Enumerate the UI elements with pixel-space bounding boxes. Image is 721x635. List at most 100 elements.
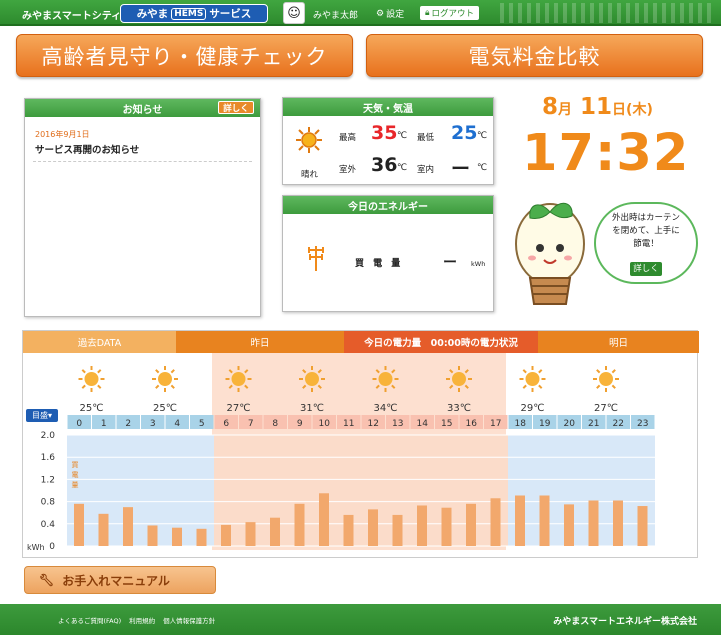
- hour-label: 12: [368, 419, 379, 429]
- bar: [637, 506, 648, 546]
- bar: [466, 503, 476, 546]
- hour-label: 21: [588, 419, 599, 429]
- bar: [588, 500, 599, 546]
- bar: [515, 495, 525, 546]
- indoor-unit: ℃: [477, 163, 488, 173]
- hour-label: 11: [343, 419, 354, 429]
- high-label: 最高: [339, 133, 357, 143]
- forecast-temp: 33℃: [447, 403, 471, 414]
- bar: [490, 498, 501, 546]
- tab-tomorrow[interactable]: 明日: [538, 331, 699, 353]
- hour-label: 2: [125, 419, 131, 429]
- bar: [539, 495, 550, 546]
- weather-panel: 天気・気温 晴れ 最高 35 ℃ 最低 25 ℃ 室外 36 ℃ 室内 ー ℃: [282, 97, 494, 185]
- bar: [270, 517, 280, 546]
- news-panel-header: お知らせ 詳しく: [25, 99, 260, 117]
- news-headline-link[interactable]: サービス再開のお知らせ: [35, 142, 139, 156]
- bar: [74, 503, 84, 546]
- electricity-compare-button[interactable]: 電気料金比較: [366, 34, 703, 77]
- weekday: (木): [626, 102, 653, 118]
- lock-icon: 🔒︎: [425, 8, 430, 18]
- hour-label: 10: [319, 419, 331, 429]
- skyline-decoration: [500, 3, 715, 23]
- forecast-temp: 25℃: [80, 403, 104, 414]
- hour-label: 13: [392, 419, 403, 429]
- purchased-energy-label: 買 電 量: [355, 259, 404, 269]
- sun-icon: [446, 366, 472, 392]
- hour-label: 3: [150, 419, 156, 429]
- indoor-value: ー: [451, 158, 471, 180]
- hour-label: 15: [441, 419, 452, 429]
- tip-more-button[interactable]: 詳しく: [630, 262, 662, 276]
- outdoor-label: 室外: [339, 165, 357, 175]
- sun-icon: [593, 366, 619, 392]
- low-label: 最低: [417, 133, 435, 143]
- bar: [98, 513, 109, 546]
- series-label-char: 電: [72, 471, 79, 479]
- low-value: 25: [451, 122, 478, 144]
- bar: [392, 514, 403, 546]
- time-display: 17:32: [522, 124, 690, 183]
- hour-label: 14: [417, 419, 429, 429]
- tab-past-data[interactable]: 過去DATA: [23, 331, 176, 353]
- tab-yesterday[interactable]: 昨日: [176, 331, 344, 353]
- forecast-temp: 25℃: [153, 403, 177, 414]
- logout-button[interactable]: 🔒︎ ログアウト: [420, 6, 480, 20]
- bar: [245, 522, 256, 546]
- faq-link[interactable]: よくあるご質問(FAQ): [58, 615, 121, 625]
- energy-panel: 今日のエネルギー 買 電 量 ー kWh: [282, 195, 494, 312]
- bar: [613, 500, 623, 546]
- power-bar-chart: 0 1 2 3 4 5 6 7 8 9 10 11 12 13 14 15 16 17 18 19 20 21 22 232.…: [27, 366, 655, 552]
- hour-label: 1: [101, 419, 107, 429]
- bar: [368, 509, 378, 546]
- hour-label: 17: [490, 419, 501, 429]
- care-manual-button[interactable]: 🔧︎ お手入れマニュアル: [24, 566, 216, 594]
- sun-icon: [519, 366, 546, 392]
- chevron-down-icon: ▾: [47, 411, 52, 420]
- gear-icon: ⚙: [376, 8, 385, 19]
- user-avatar: ☺: [283, 2, 305, 24]
- bar: [417, 505, 427, 546]
- energy-panel-title: 今日のエネルギー: [283, 196, 493, 214]
- hour-label: 6: [223, 419, 229, 429]
- day: 11: [580, 94, 613, 120]
- scale-dropdown[interactable]: 目盛 ▾: [26, 409, 58, 422]
- y-tick-label: 0: [49, 542, 55, 552]
- power-usage-panel: 過去DATA 昨日 今日の電力量 00:00時の電力状況 明日 01234567…: [22, 330, 699, 558]
- scale-label: 目盛: [31, 411, 48, 420]
- y-tick-label: 0.8: [41, 498, 56, 508]
- news-more-button[interactable]: 詳しく: [218, 101, 254, 114]
- news-panel: お知らせ 詳しく 2016年9月1日 サービス再開のお知らせ: [24, 98, 261, 317]
- settings-link[interactable]: ⚙ 設定: [376, 7, 405, 21]
- sun-icon: [152, 366, 178, 392]
- hour-label: 19: [539, 419, 551, 429]
- y-tick-label: 1.2: [41, 475, 55, 485]
- hour-label: 5: [199, 419, 205, 429]
- bar: [441, 507, 452, 546]
- sun-icon: [299, 366, 325, 392]
- bar: [123, 507, 133, 546]
- tip-bubble: 外出時はカーテン を閉めて、上手に 節電！ 詳しく: [594, 202, 698, 284]
- tools-icon: 🔧︎: [39, 573, 55, 587]
- bar: [294, 503, 305, 546]
- outdoor-value: 36: [371, 154, 398, 176]
- terms-link[interactable]: 利用規約: [129, 615, 155, 625]
- y-tick-label: 1.6: [41, 453, 56, 463]
- elderly-watch-button[interactable]: 高齢者見守り・健康チェック: [16, 34, 353, 77]
- series-label-char: 量: [72, 481, 79, 489]
- settings-label: 設定: [386, 10, 405, 20]
- high-value: 35: [371, 122, 398, 144]
- purchased-energy-value: ー: [443, 255, 457, 271]
- purchased-energy-unit: kWh: [471, 260, 486, 268]
- sun-icon: [372, 366, 399, 392]
- hour-label: 22: [613, 419, 624, 429]
- bar: [319, 493, 329, 546]
- hour-label: 16: [466, 419, 478, 429]
- privacy-link[interactable]: 個人情報保護方針: [163, 615, 215, 625]
- tip-line-3: 節電！: [633, 239, 659, 249]
- low-unit: ℃: [477, 131, 488, 141]
- power-pylon-icon: [308, 246, 324, 271]
- weather-panel-title: 天気・気温: [283, 98, 493, 116]
- service-badge[interactable]: みやま HEMS サービス: [120, 4, 268, 23]
- tab-today[interactable]: 今日の電力量 00:00時の電力状況: [344, 331, 538, 353]
